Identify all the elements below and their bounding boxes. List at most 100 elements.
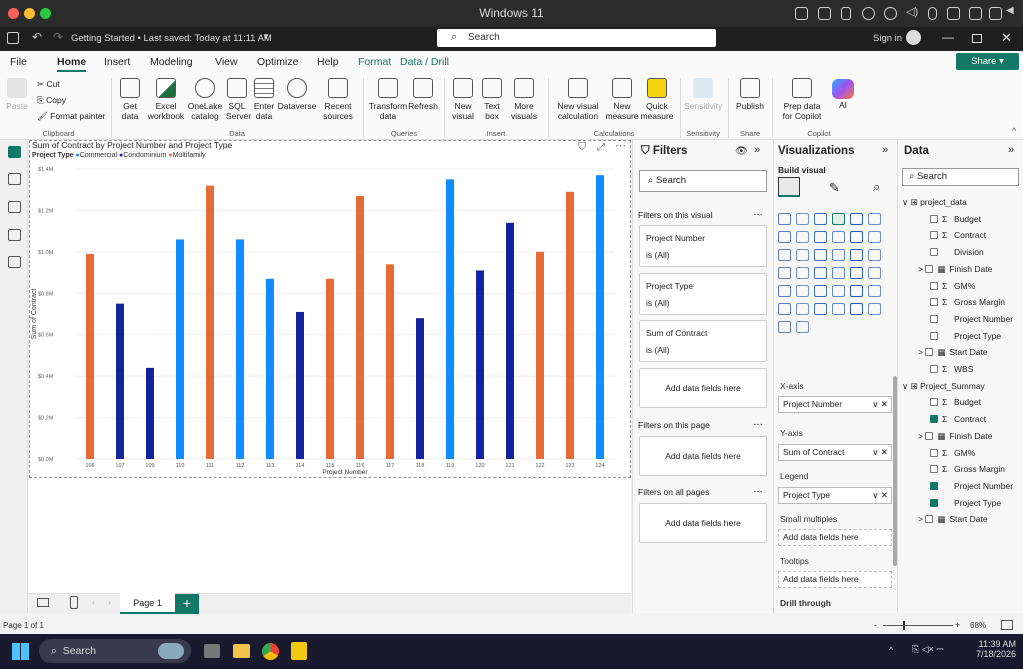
next-page-icon[interactable]: ›: [108, 597, 111, 607]
copilot-icon[interactable]: [832, 79, 854, 99]
keyboard-icon[interactable]: [795, 7, 808, 20]
more-icon[interactable]: …: [753, 417, 763, 428]
visual-type-icon[interactable]: [778, 213, 791, 225]
field-checkbox[interactable]: [930, 331, 938, 340]
desktop-layout-icon[interactable]: [37, 598, 49, 607]
visual-type-icon[interactable]: [832, 249, 845, 261]
visual-type-icon[interactable]: [796, 231, 809, 243]
visual-type-icon[interactable]: [778, 321, 791, 333]
new-visual-button[interactable]: New visual: [450, 76, 476, 121]
visual-type-icon[interactable]: [796, 321, 809, 333]
copy-button[interactable]: ⎘ Copy: [37, 95, 66, 106]
format-painter-button[interactable]: 🖌 Format painter: [37, 111, 105, 122]
quick-measure-button[interactable]: Quick measure: [640, 76, 674, 121]
paste-button[interactable]: Paste: [6, 76, 28, 111]
bar[interactable]: [176, 239, 184, 459]
bar[interactable]: [416, 318, 424, 459]
visual-type-icon[interactable]: [850, 267, 863, 279]
menu-optimize[interactable]: Optimize: [257, 56, 298, 68]
enter-data-button[interactable]: Enter data: [252, 76, 276, 121]
field-row[interactable]: Σ GM%: [930, 279, 975, 293]
filter-card[interactable]: Sum of Contract is (All): [639, 320, 767, 362]
dax-query-view-icon[interactable]: [8, 229, 21, 241]
weather-widget-icon[interactable]: [158, 643, 184, 659]
transform-data-button[interactable]: Transform data: [368, 76, 408, 121]
field-row[interactable]: Σ Contract: [930, 228, 986, 242]
table-view-icon[interactable]: [8, 173, 21, 185]
field-row[interactable]: > ▦ Finish Date: [918, 429, 992, 443]
zoom-in-icon[interactable]: +: [955, 620, 960, 630]
visual-type-icon[interactable]: [868, 267, 881, 279]
sql-server-button[interactable]: SQL Server: [226, 76, 251, 121]
bar[interactable]: [536, 251, 544, 459]
cut-button[interactable]: ✂ Cut: [37, 79, 60, 90]
visual-type-icon[interactable]: [778, 267, 791, 279]
zoom-slider[interactable]: [883, 625, 953, 626]
bar[interactable]: [566, 191, 574, 460]
data-search-input[interactable]: ⌕ Search: [902, 168, 1019, 186]
field-row[interactable]: Σ Contract: [930, 412, 986, 426]
visual-type-icon[interactable]: [796, 303, 809, 315]
bar[interactable]: [206, 185, 214, 460]
visual-type-icon[interactable]: [868, 231, 881, 243]
visual-type-icon[interactable]: [832, 285, 845, 297]
collapse-filters-icon[interactable]: »: [754, 144, 760, 156]
dataverse-button[interactable]: Dataverse: [277, 76, 317, 111]
field-row[interactable]: Σ Gross Margin: [930, 462, 1005, 476]
menu-help[interactable]: Help: [317, 56, 339, 68]
zoom-thumb[interactable]: [903, 621, 905, 630]
field-row[interactable]: Project Number: [930, 312, 1013, 326]
publish-button[interactable]: Publish: [733, 76, 767, 111]
model-view-icon[interactable]: [8, 201, 21, 213]
add-visual-filter-dropzone[interactable]: Add data fields here: [639, 368, 767, 408]
filter-card[interactable]: Project Type is (All): [639, 273, 767, 315]
focus-mode-icon[interactable]: ⤢: [597, 142, 605, 153]
analytics-icon[interactable]: ⌕: [873, 179, 880, 195]
screen-icon[interactable]: [989, 7, 1002, 20]
more-icon[interactable]: …: [753, 207, 763, 218]
collapse-viz-icon[interactable]: »: [882, 144, 888, 156]
printer-icon[interactable]: [947, 7, 960, 20]
visual-type-icon[interactable]: [814, 285, 827, 297]
field-row[interactable]: Σ GM%: [930, 446, 975, 460]
speaker-icon[interactable]: ◁): [906, 5, 919, 18]
maximize-icon[interactable]: [972, 34, 982, 43]
visual-type-icon[interactable]: [778, 285, 791, 297]
prep-copilot-button[interactable]: Prep data for Copilot: [778, 76, 826, 121]
visual-type-icon[interactable]: [778, 249, 791, 261]
visual-type-icon[interactable]: [832, 303, 845, 315]
field-checkbox[interactable]: [930, 214, 938, 223]
field-row[interactable]: Project Type: [930, 496, 1001, 510]
filters-search-input[interactable]: ⌕ Search: [639, 170, 767, 192]
visual-type-icon[interactable]: [778, 303, 791, 315]
eye-icon[interactable]: 👁: [735, 146, 748, 157]
bar[interactable]: [476, 270, 484, 460]
bar[interactable]: [236, 239, 244, 459]
field-row[interactable]: Project Type: [930, 329, 1001, 343]
network-volume-icons[interactable]: ⎘ ◁× ⎓: [912, 644, 944, 655]
visual-type-icon[interactable]: [778, 231, 791, 243]
more-options-icon[interactable]: ⋯: [615, 139, 626, 152]
copilot-ai-button[interactable]: AI: [826, 100, 860, 110]
field-checkbox[interactable]: [930, 248, 938, 257]
close-icon[interactable]: ✕: [1001, 30, 1012, 46]
add-page-button[interactable]: +: [175, 594, 199, 614]
field-row[interactable]: Σ Budget: [930, 212, 981, 226]
bar[interactable]: [296, 311, 304, 459]
menu-file[interactable]: File: [10, 56, 27, 68]
sensitivity-button[interactable]: Sensitivity: [684, 76, 722, 111]
bar-chart-visual[interactable]: Sum of Contract by Project Number and Pr…: [29, 140, 631, 478]
field-row[interactable]: > ▦ Start Date: [918, 512, 988, 526]
excel-button[interactable]: Excel workbook: [146, 76, 186, 121]
field-checkbox[interactable]: [930, 465, 938, 474]
field-checkbox[interactable]: [930, 298, 938, 307]
field-checkbox[interactable]: [930, 398, 938, 407]
chevron-down-icon[interactable]: ▼: [262, 32, 270, 41]
visual-type-icon[interactable]: [814, 231, 827, 243]
visual-type-icon[interactable]: [814, 213, 827, 225]
visual-type-icon[interactable]: [868, 285, 881, 297]
back-arrow-icon[interactable]: ◀: [1006, 5, 1019, 18]
save-icon[interactable]: [7, 32, 19, 44]
xaxis-well[interactable]: Project Number ∨ ✕: [778, 396, 892, 413]
field-row[interactable]: Σ WBS: [930, 362, 973, 376]
